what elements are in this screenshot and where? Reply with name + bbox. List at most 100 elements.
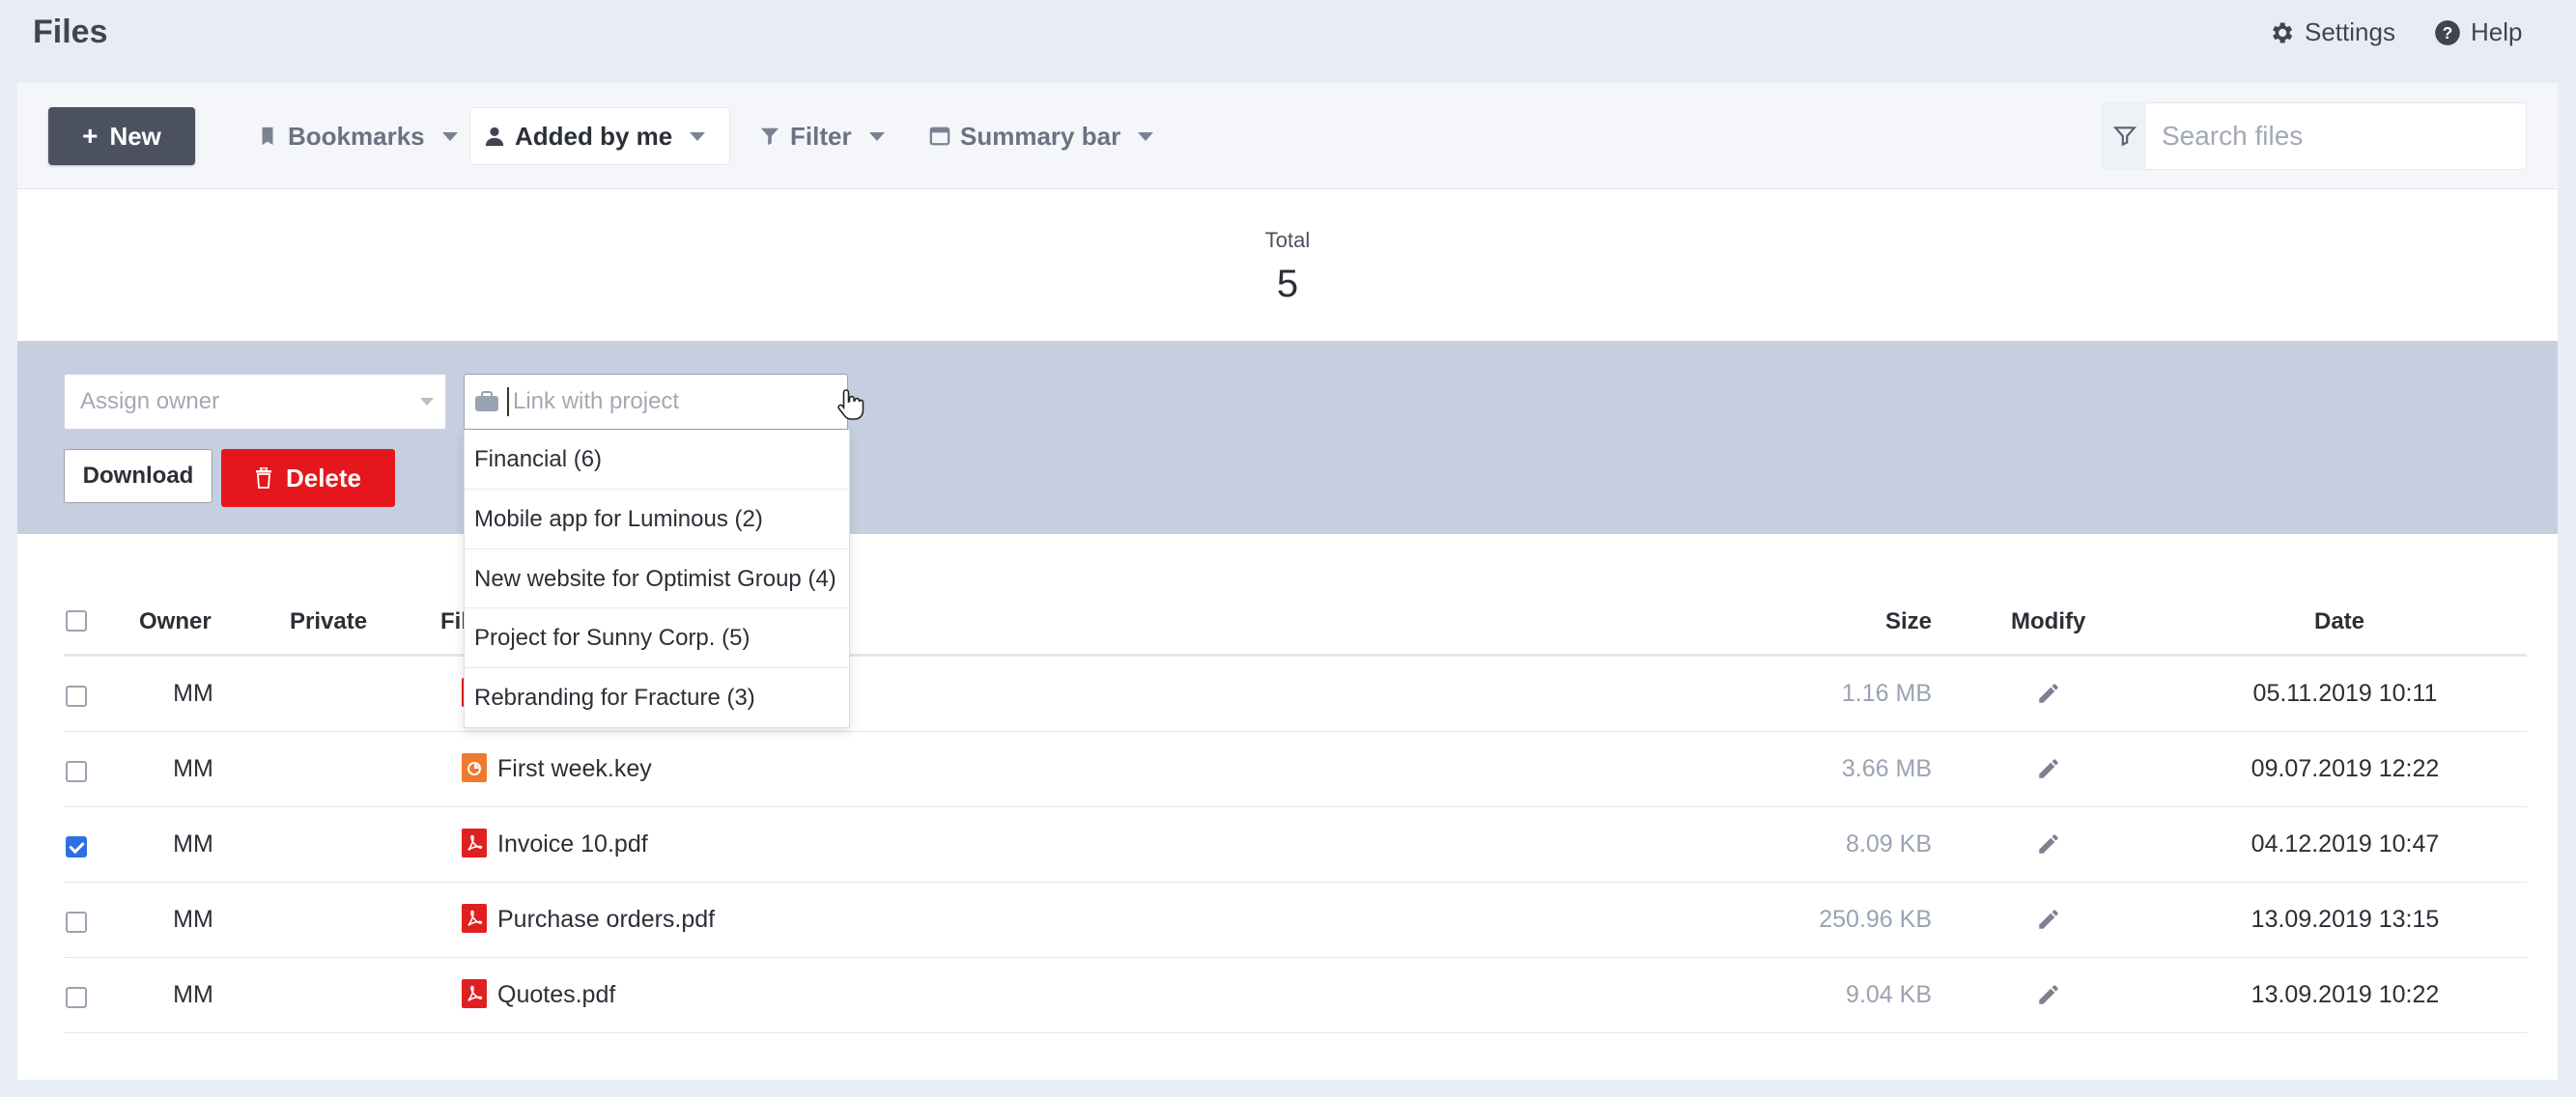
project-option[interactable]: Rebranding for Fracture (3) [465,667,849,727]
chevron-down-icon [441,131,458,141]
filter-label: Filter [790,121,852,151]
project-option[interactable]: New website for Optimist Group (4) [465,548,849,608]
size-cell: 9.04 KB [1846,981,1932,1008]
bookmark-icon [262,127,273,146]
delete-button[interactable]: Delete [221,449,395,507]
new-button[interactable]: + New [48,107,195,165]
project-option[interactable]: Project for Sunny Corp. (5) [465,607,849,667]
svg-text:?: ? [2443,22,2453,42]
col-owner[interactable]: Owner [139,608,212,635]
added-by-me-dropdown[interactable]: Added by me [469,107,730,165]
chevron-down-icon [420,398,434,406]
files-table: Owner Private File Size Modify Date MM 1… [64,585,2527,1033]
assign-owner-placeholder: Assign owner [80,388,220,414]
bookmarks-dropdown[interactable]: Bookmarks [243,107,471,165]
table-row[interactable]: MM Quotes.pdf 9.04 KB 13.09.2019 10:22 [64,958,2527,1033]
select-all-checkbox[interactable] [66,610,87,632]
help-label: Help [2471,17,2523,46]
summary-bar-label: Summary bar [960,121,1121,151]
filter-icon [760,127,779,146]
row-checkbox[interactable] [66,987,87,1008]
table-row[interactable]: MM Purchase orders.pdf 250.96 KB 13.09.2… [64,883,2527,958]
file-name[interactable]: Invoice 10.pdf [497,830,648,858]
gear-icon [2273,22,2293,42]
settings-link[interactable]: Settings [2268,17,2395,47]
search-box [2102,102,2527,170]
summary-total-label: Total [1264,228,1311,252]
owner-cell: MM [173,830,213,858]
delete-button-label: Delete [285,463,362,492]
file-name[interactable]: First week.key [497,755,652,783]
bulk-actions-bar: Assign owner Link with project Download … [17,341,2558,534]
date-cell: 09.07.2019 12:22 [2250,755,2440,782]
plus-icon: + [82,121,99,151]
pdf-file-icon [462,829,487,858]
pdf-file-icon [462,979,487,1008]
chevron-down-icon [868,131,885,141]
download-button[interactable]: Download [64,449,212,503]
owner-cell: MM [173,755,213,782]
help-icon: ? [2435,19,2460,45]
help-link[interactable]: ? Help [2434,17,2522,47]
chevron-down-icon [1138,131,1154,141]
owner-cell: MM [173,981,213,1008]
toolbar: + New Bookmarks Added by me Filter Summa… [17,83,2558,189]
window-icon [929,127,950,146]
date-cell: 04.12.2019 10:47 [2250,830,2440,858]
date-cell: 13.09.2019 10:22 [2250,981,2440,1008]
trash-icon [255,467,271,489]
summary-total-value: 5 [1276,263,1299,305]
size-cell: 250.96 KB [1819,906,1932,933]
pdf-file-icon [462,904,487,933]
user-icon [485,127,504,147]
pencil-icon[interactable] [2036,756,2061,781]
date-cell: 05.11.2019 10:11 [2252,680,2438,707]
hand-pointer-icon [837,389,864,420]
row-checkbox[interactable] [66,836,87,858]
owner-cell: MM [173,906,213,933]
bookmarks-label: Bookmarks [288,121,425,151]
funnel-icon [2112,127,2137,147]
row-checkbox[interactable] [66,761,87,782]
pencil-icon[interactable] [2036,982,2061,1007]
page-title: Files [33,14,108,50]
table-row[interactable]: MM First week.key 3.66 MB 09.07.2019 12:… [64,732,2527,807]
settings-label: Settings [2305,17,2395,46]
briefcase-icon [475,391,498,411]
link-project-placeholder: Link with project [513,388,680,414]
search-input[interactable] [2146,103,2526,169]
project-dropdown-menu: Financial (6) Mobile app for Luminous (2… [464,430,850,728]
col-date[interactable]: Date [2314,608,2364,635]
pencil-icon[interactable] [2036,831,2061,857]
files-panel: + New Bookmarks Added by me Filter Summa… [17,83,2558,1080]
row-checkbox[interactable] [66,912,87,933]
owner-cell: MM [173,680,213,707]
table-row[interactable]: MM 1.16 MB 05.11.2019 10:11 [64,657,2527,732]
project-option[interactable]: Financial (6) [465,430,849,489]
assign-owner-select[interactable]: Assign owner [64,374,446,430]
link-project-select[interactable]: Link with project [464,374,864,430]
filter-dropdown[interactable]: Filter [746,107,898,165]
table-header: Owner Private File Size Modify Date [64,585,2527,657]
project-option[interactable]: Mobile app for Luminous (2) [465,488,849,548]
file-name[interactable]: Purchase orders.pdf [497,906,715,934]
new-button-label: New [109,121,161,151]
summary-bar-dropdown[interactable]: Summary bar [916,107,1167,165]
table-row[interactable]: MM Invoice 10.pdf 8.09 KB 04.12.2019 10:… [64,807,2527,883]
pencil-icon[interactable] [2036,907,2061,932]
row-checkbox[interactable] [66,686,87,707]
size-cell: 1.16 MB [1841,680,1932,707]
pencil-icon[interactable] [2036,681,2061,706]
col-modify: Modify [2011,608,2086,634]
chevron-down-icon [690,131,706,141]
date-cell: 13.09.2019 13:15 [2250,906,2440,933]
size-cell: 8.09 KB [1846,830,1932,858]
text-cursor [507,387,509,416]
keynote-file-icon [462,753,487,782]
col-private[interactable]: Private [290,608,367,635]
size-cell: 3.66 MB [1841,755,1932,782]
added-by-me-label: Added by me [515,121,673,151]
search-filter-button[interactable] [2103,103,2146,169]
col-size[interactable]: Size [1885,608,1932,635]
file-name[interactable]: Quotes.pdf [497,981,615,1009]
